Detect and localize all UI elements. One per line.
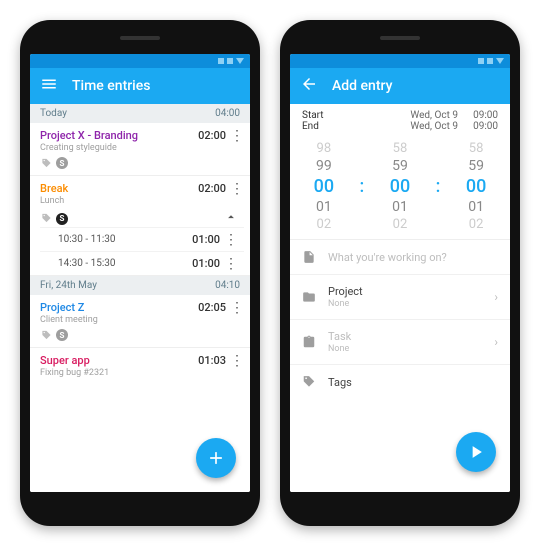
clipboard-icon: [302, 335, 316, 349]
end-date: Wed, Oct 9: [342, 121, 458, 132]
more-icon[interactable]: ⋮: [230, 184, 244, 194]
section-label: Today: [40, 108, 67, 119]
collapse-icon[interactable]: [224, 210, 238, 227]
entry-duration: 02:00: [198, 129, 226, 142]
tag-icon: [40, 157, 52, 169]
add-entry-fab[interactable]: [196, 438, 236, 478]
task-label: Task: [328, 330, 351, 343]
picker-minutes[interactable]: 58 59 00 01 02: [380, 140, 420, 233]
more-icon[interactable]: ⋮: [224, 235, 238, 245]
end-time: 09:00: [458, 121, 498, 132]
phone-add-entry: Add entry Start Wed, Oct 9 09:00 End Wed…: [280, 20, 520, 526]
status-bar: [290, 54, 510, 68]
section-header-today: Today 04:00: [30, 104, 250, 123]
start-time: 09:00: [458, 110, 498, 121]
status-bar: [30, 54, 250, 68]
sub-entry-range: 10:30 - 11:30: [58, 234, 192, 245]
start-label: Start: [302, 110, 342, 121]
project-label: Project: [328, 285, 363, 298]
entry-title: Break: [40, 182, 198, 195]
billable-icon: S: [56, 329, 68, 341]
sub-entry-duration: 01:00: [192, 257, 220, 270]
task-value: None: [328, 344, 351, 354]
app-bar: Add entry: [290, 68, 510, 104]
phone-speaker: [120, 36, 160, 40]
section-label: Fri, 24th May: [40, 280, 97, 291]
picker-seconds[interactable]: 58 59 00 01 02: [456, 140, 496, 233]
entry-title: Super app: [40, 354, 198, 367]
phone-time-entries: Time entries Today 04:00 Project X - Bra…: [20, 20, 260, 526]
play-fab[interactable]: [456, 432, 496, 472]
entry-duration: 02:00: [198, 182, 226, 195]
app-bar: Time entries: [30, 68, 250, 104]
entry-card[interactable]: Project Z 02:05 ⋮ Client meeting S: [30, 295, 250, 348]
picker-hours[interactable]: 98 99 00 01 02: [304, 140, 344, 233]
chevron-right-icon: ›: [494, 335, 498, 349]
description-icon: [302, 250, 316, 264]
tag-icon: [40, 329, 52, 341]
tags-label: Tags: [328, 376, 352, 389]
end-label: End: [302, 121, 342, 132]
description-field[interactable]: What you're working on?: [290, 240, 510, 275]
entry-duration: 01:03: [198, 354, 226, 367]
sub-entry[interactable]: 14:30 - 15:30 01:00 ⋮: [40, 251, 244, 275]
start-date: Wed, Oct 9: [342, 110, 458, 121]
entry-card[interactable]: Project X - Branding 02:00 ⋮ Creating st…: [30, 123, 250, 176]
project-field[interactable]: Project None ›: [290, 275, 510, 320]
entry-subtitle: Fixing bug #2321: [40, 368, 244, 378]
screen-left: Time entries Today 04:00 Project X - Bra…: [30, 54, 250, 492]
app-bar-title: Time entries: [72, 78, 150, 94]
entry-card-expanded[interactable]: Break 02:00 ⋮ Lunch S 10:30 - 11:30 01:0…: [30, 176, 250, 276]
section-total: 04:10: [215, 280, 240, 291]
section-total: 04:00: [215, 108, 240, 119]
description-placeholder: What you're working on?: [328, 251, 447, 264]
tags-field[interactable]: Tags: [290, 365, 510, 399]
folder-icon: [302, 290, 316, 304]
menu-icon[interactable]: [40, 75, 58, 97]
start-end-block[interactable]: Start Wed, Oct 9 09:00 End Wed, Oct 9 09…: [290, 104, 510, 136]
section-header-fri: Fri, 24th May 04:10: [30, 276, 250, 295]
billable-icon: S: [56, 157, 68, 169]
app-bar-title: Add entry: [332, 78, 392, 94]
duration-picker[interactable]: 98 99 00 01 02 : 58 59 00 01 02 : 58 5: [290, 136, 510, 240]
sub-entry-range: 14:30 - 15:30: [58, 258, 192, 269]
chevron-right-icon: ›: [494, 290, 498, 304]
more-icon[interactable]: ⋮: [230, 131, 244, 141]
more-icon[interactable]: ⋮: [230, 303, 244, 313]
entry-subtitle: Creating styleguide: [40, 143, 244, 153]
tag-icon: [40, 213, 52, 225]
entries-list: Today 04:00 Project X - Branding 02:00 ⋮…: [30, 104, 250, 492]
sub-entry-duration: 01:00: [192, 233, 220, 246]
sub-entry[interactable]: 10:30 - 11:30 01:00 ⋮: [40, 227, 244, 251]
phone-speaker: [380, 36, 420, 40]
tag-icon: [302, 375, 316, 389]
entry-duration: 02:05: [198, 301, 226, 314]
screen-right: Add entry Start Wed, Oct 9 09:00 End Wed…: [290, 54, 510, 492]
entry-subtitle: Client meeting: [40, 315, 244, 325]
billable-icon: S: [56, 213, 68, 225]
project-value: None: [328, 299, 363, 309]
entry-card[interactable]: Super app 01:03 ⋮ Fixing bug #2321: [30, 348, 250, 384]
entry-title: Project X - Branding: [40, 129, 198, 142]
entry-subtitle: Lunch: [40, 196, 244, 206]
picker-colon: :: [436, 176, 441, 197]
more-icon[interactable]: ⋮: [230, 356, 244, 366]
task-field[interactable]: Task None ›: [290, 320, 510, 365]
back-icon[interactable]: [300, 75, 318, 97]
more-icon[interactable]: ⋮: [224, 259, 238, 269]
entry-title: Project Z: [40, 301, 198, 314]
picker-colon: :: [360, 176, 365, 197]
